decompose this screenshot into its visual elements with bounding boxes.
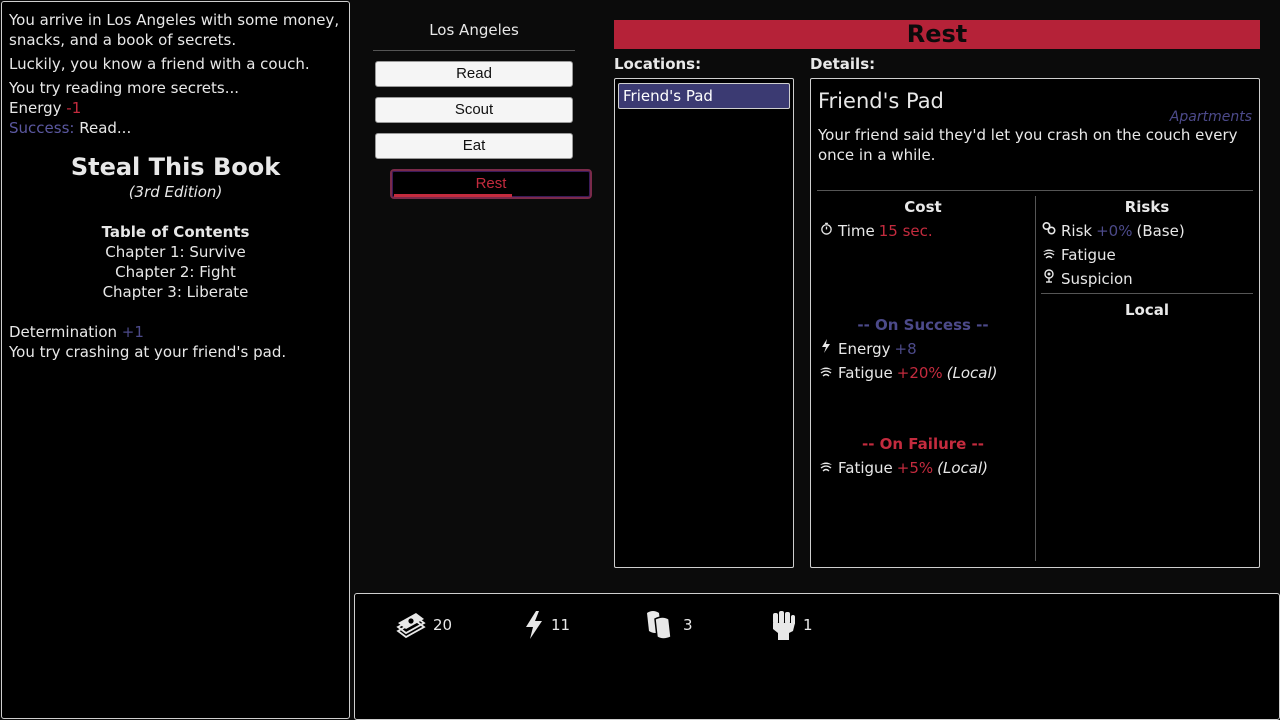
success-energy: Energy +8 (818, 339, 1028, 359)
column-divider (1035, 196, 1036, 561)
log-determination-change: Determination +1 (9, 322, 342, 342)
location-item-friends-pad[interactable]: Friend's Pad (618, 83, 790, 109)
fatigue-icon (1041, 245, 1057, 265)
log-success-label: Success: (9, 119, 75, 137)
main-panel: Los Angeles Read Scout Eat Rest Rest Loc… (354, 0, 1280, 590)
cost-column: Cost Time 15 sec. -- On Success -- Energ… (818, 197, 1028, 482)
money-icon (396, 613, 426, 639)
action-list: Read Scout Eat Rest (375, 61, 592, 209)
details-divider (817, 190, 1253, 191)
success-energy-value: +8 (894, 340, 917, 358)
risks-divider (1041, 293, 1253, 294)
energy-stat: 11 (523, 608, 570, 642)
book-block: Steal This Book (3rd Edition) Table of C… (9, 152, 342, 302)
location-name: Friend's Pad (818, 89, 944, 113)
message-log: You arrive in Los Angeles with some mone… (1, 1, 350, 719)
resource-bar: 20 11 3 1 (354, 593, 1280, 720)
toc-item: Chapter 3: Liberate (102, 283, 249, 301)
success-fatigue-label: Fatigue (838, 364, 893, 382)
eye-icon (1041, 269, 1057, 289)
action-eat-button[interactable]: Eat (375, 133, 573, 159)
action-title: Rest (614, 20, 1260, 49)
fatigue-icon (818, 458, 834, 478)
city-name: Los Angeles (373, 20, 575, 51)
money-value: 20 (433, 616, 453, 634)
fist-icon (773, 611, 795, 640)
log-energy-value: -1 (66, 99, 82, 117)
toc-item: Chapter 2: Fight (115, 263, 236, 281)
failure-fatigue-label: Fatigue (838, 459, 893, 477)
book-edition: (3rd Edition) (128, 183, 223, 201)
lightning-icon (818, 339, 834, 359)
failure-fatigue-scope: (Local) (937, 459, 988, 477)
risk-label: Risk (1061, 222, 1093, 240)
risk-fatigue: Fatigue (1041, 245, 1253, 265)
log-line: You arrive in Los Angeles with some mone… (9, 11, 340, 49)
log-determination-value: +1 (121, 323, 144, 341)
locations-label: Locations: (614, 55, 702, 73)
cost-time: Time 15 sec. (818, 221, 1028, 241)
details-panel: Friend's Pad Apartments Your friend said… (810, 78, 1260, 568)
on-failure-heading: -- On Failure -- (861, 435, 985, 453)
log-success-text: Read... (79, 119, 132, 137)
risk-base: Risk +0% (Base) (1041, 221, 1253, 241)
success-fatigue-value: +20% (896, 364, 943, 382)
locations-list: Friend's Pad (614, 78, 794, 568)
details-label: Details: (810, 55, 876, 73)
log-line: You try crashing at your friend's pad. (9, 343, 287, 361)
energy-value: 11 (551, 616, 571, 634)
success-fatigue-scope: (Local) (946, 364, 998, 382)
log-energy-label: Energy (9, 99, 62, 117)
risk-suspicion: Suspicion (1041, 269, 1253, 289)
stopwatch-icon (818, 221, 834, 241)
action-scout-button[interactable]: Scout (375, 97, 573, 123)
success-fatigue: Fatigue +20% (Local) (818, 363, 1028, 383)
money-stat: 20 (395, 608, 452, 642)
toc-item: Chapter 1: Survive (105, 243, 246, 261)
risk-fatigue-label: Fatigue (1061, 246, 1116, 264)
book-title: Steal This Book (70, 153, 281, 181)
risk-suspicion-label: Suspicion (1061, 270, 1133, 288)
risks-heading: Risks (1124, 198, 1170, 216)
on-success-heading: -- On Success -- (857, 316, 989, 334)
fatigue-icon (818, 363, 834, 383)
toc-heading: Table of Contents (101, 223, 250, 241)
log-success: Success: Read... (9, 118, 342, 138)
log-determination-label: Determination (9, 323, 118, 341)
risk-value: +0% (1096, 222, 1133, 240)
location-description: Your friend said they'd let you crash on… (818, 126, 1238, 164)
success-energy-label: Energy (838, 340, 891, 358)
handcuffs-icon (1041, 221, 1057, 241)
lightning-icon (526, 611, 542, 639)
action-rest-button[interactable]: Rest (390, 169, 592, 199)
cost-heading: Cost (904, 198, 942, 216)
action-read-button[interactable]: Read (375, 61, 573, 87)
risk-base-label: (Base) (1136, 222, 1185, 240)
log-line: You try reading more secrets... (9, 79, 240, 97)
time-value: 15 sec. (878, 222, 933, 240)
log-energy-change: Energy -1 (9, 98, 342, 118)
location-category: Apartments (1169, 109, 1252, 125)
risks-column: Risks Risk +0% (Base) Fatigue Suspicion … (1041, 197, 1253, 320)
snacks-stat: 3 (643, 608, 693, 642)
failure-fatigue: Fatigue +5% (Local) (818, 458, 1028, 478)
determination-value: 1 (803, 616, 813, 634)
snacks-value: 3 (683, 616, 693, 634)
determination-stat: 1 (769, 608, 813, 642)
local-heading: Local (1124, 301, 1170, 319)
time-label: Time (838, 222, 875, 240)
log-line: Luckily, you know a friend with a couch. (9, 55, 310, 73)
snacks-icon (647, 611, 672, 640)
failure-fatigue-value: +5% (896, 459, 934, 477)
